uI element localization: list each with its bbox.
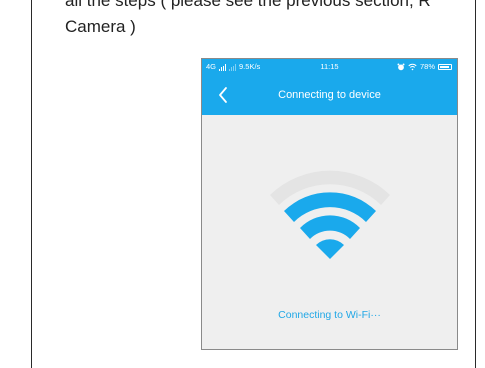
wifi-arc-inner bbox=[300, 215, 360, 239]
phone-screenshot: 4G 9.5K/s 11:15 78% Connecting to device… bbox=[201, 58, 458, 350]
alarm-icon bbox=[397, 63, 405, 71]
document-text: all the steps ( please see the previous … bbox=[65, 0, 475, 40]
battery-icon bbox=[438, 64, 452, 70]
wifi-icon bbox=[264, 161, 396, 261]
page-border-right bbox=[475, 0, 476, 368]
wifi-graphic bbox=[270, 170, 390, 259]
connecting-panel: Connecting to Wi-Fi··· bbox=[202, 115, 457, 349]
battery-level bbox=[440, 66, 450, 68]
page-title: Connecting to device bbox=[278, 89, 381, 101]
wifi-status-icon bbox=[408, 63, 417, 71]
connection-status: Connecting to Wi-Fi··· bbox=[278, 309, 381, 321]
document-line: Camera ) bbox=[65, 17, 136, 36]
page-border-left bbox=[31, 0, 32, 368]
nav-bar: Connecting to device bbox=[202, 75, 457, 115]
wifi-dot bbox=[316, 239, 344, 259]
document-line: all the steps ( please see the previous … bbox=[65, 0, 431, 10]
battery-percent: 78% bbox=[419, 62, 435, 71]
status-right: 78% bbox=[397, 59, 452, 75]
document-page: all the steps ( please see the previous … bbox=[0, 0, 485, 368]
status-bar: 4G 9.5K/s 11:15 78% bbox=[202, 59, 457, 75]
